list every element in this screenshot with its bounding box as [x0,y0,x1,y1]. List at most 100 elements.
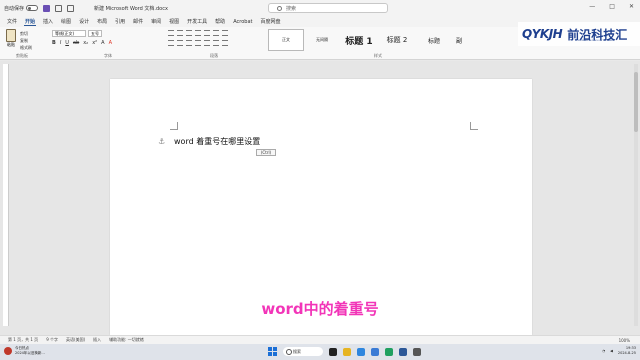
paragraph-group-label: 段落 [210,53,218,58]
tab-review[interactable]: 审阅 [150,18,162,25]
style-subtitle[interactable]: 副 [452,29,466,51]
subscript-button[interactable]: x₂ [83,40,88,46]
show-marks-icon[interactable] [222,30,228,36]
tab-baidu-netdisk[interactable]: 百度网盘 [259,18,281,25]
search-input[interactable]: 搜索 [268,3,388,13]
paste-button[interactable]: 粘贴 [4,29,18,47]
tab-help[interactable]: 帮助 [214,18,226,25]
tab-developer[interactable]: 开发工具 [186,18,208,25]
tab-insert[interactable]: 插入 [42,18,54,25]
borders-icon[interactable] [222,40,228,46]
superscript-button[interactable]: x² [92,40,97,46]
style-title[interactable]: 标题 [416,29,452,51]
word-app-icon[interactable] [399,347,407,356]
format-painter-button[interactable]: 格式刷 [20,44,32,51]
bullets-icon[interactable] [168,30,174,36]
file-explorer-icon[interactable] [343,347,351,356]
document-page[interactable]: ⚓ word 着重号在哪里设置 (Ctrl) [110,79,532,335]
shading-icon[interactable] [213,40,219,46]
redo-icon[interactable] [67,4,75,12]
font-name-select[interactable]: 等线(正文) [52,30,86,37]
undo-icon[interactable] [55,4,63,12]
style-no-spacing[interactable]: 无间隔 [304,29,340,51]
media-app-icon[interactable] [413,347,421,356]
task-view-icon[interactable] [329,347,337,356]
caption-text: word中的着重号 [260,299,380,320]
clipboard-group-label: 剪贴板 [16,53,28,58]
wifi-icon[interactable]: ◔ [602,349,605,353]
tab-design[interactable]: 设计 [78,18,90,25]
multilevel-list-icon[interactable] [186,30,192,36]
volume-icon[interactable]: ◀ [610,349,613,353]
accessibility-status[interactable]: 辅助功能: 一切就绪 [109,337,144,343]
autosave-toggle[interactable]: 自动保存 [4,5,39,12]
news-icon [4,347,12,355]
taskbar-search[interactable]: 搜索 [283,347,323,356]
increase-indent-icon[interactable] [204,30,210,36]
system-tray: ◔ ◀ 19:33 2024-8-25 [602,346,636,356]
tab-view[interactable]: 视图 [168,18,180,25]
line-spacing-icon[interactable] [204,40,210,46]
search-placeholder: 搜索 [286,5,297,12]
justify-icon[interactable] [195,40,201,46]
tab-home[interactable]: 开始 [24,18,37,26]
strikethrough-button[interactable]: ab [73,40,79,46]
windows-start-icon[interactable] [268,347,277,356]
text-effects-button[interactable]: A [101,40,104,46]
logo-mark: QYKJH [522,27,563,41]
copy-button[interactable]: 复制 [20,37,32,44]
numbering-icon[interactable] [177,30,183,36]
font-size-select[interactable]: 五号 [88,30,102,37]
margin-corner-top-right [470,122,478,130]
bold-button[interactable]: B [52,40,56,46]
style-normal[interactable]: 正文 [268,29,304,51]
tab-mailings[interactable]: 邮件 [132,18,144,25]
insert-mode[interactable]: 插入 [93,337,101,343]
clock[interactable]: 19:33 2024-8-25 [618,346,636,356]
zoom-level[interactable]: 100% [619,338,630,343]
wechat-icon[interactable] [385,347,393,356]
decrease-indent-icon[interactable] [195,30,201,36]
sort-icon[interactable] [213,30,219,36]
vertical-ruler [3,64,9,326]
maximize-button[interactable]: □ [609,3,615,10]
clock-date: 2024-8-25 [617,351,636,355]
status-bar: 第 1 页，共 1 页 9 个字 英语(美国) 插入 辅助功能: 一切就绪 10… [0,335,640,344]
styles-group-label: 样式 [374,53,382,58]
vertical-scrollbar[interactable] [634,64,638,326]
language-indicator[interactable]: 英语(美国) [66,337,85,343]
document-body-text[interactable]: word 着重号在哪里设置 [174,136,260,147]
format-buttons: B I U ab x₂ x² A A [52,40,112,46]
toggle-switch-icon[interactable] [26,5,39,11]
tab-file[interactable]: 文件 [6,18,18,25]
page-count[interactable]: 第 1 页，共 1 页 [8,337,38,343]
cut-button[interactable]: 剪切 [20,30,32,37]
store-icon[interactable] [371,347,379,356]
close-button[interactable]: ✕ [629,3,634,10]
paste-options-button[interactable]: (Ctrl) [256,149,276,156]
margin-corner-top-left [170,122,178,130]
underline-button[interactable]: U [65,40,69,46]
tab-acrobat[interactable]: Acrobat [232,19,253,25]
news-widget[interactable]: 今日热点 2024年以旧换新... [4,346,45,356]
tab-layout[interactable]: 布局 [96,18,108,25]
taskbar-center: 搜索 [268,347,421,356]
word-count[interactable]: 9 个字 [46,337,58,343]
align-center-icon[interactable] [177,40,183,46]
align-right-icon[interactable] [186,40,192,46]
minimize-button[interactable]: — [589,3,595,10]
italic-button[interactable]: I [60,40,61,46]
paste-label: 粘贴 [7,42,15,47]
video-caption: word中的着重号 [0,298,640,320]
tab-references[interactable]: 引用 [114,18,126,25]
clipboard-actions: 剪切 复制 格式刷 [20,30,32,51]
scrollbar-thumb[interactable] [634,72,638,132]
font-group-label: 字体 [104,53,112,58]
edge-browser-icon[interactable] [357,347,365,356]
save-icon[interactable] [43,4,51,12]
tab-draw[interactable]: 绘图 [60,18,72,25]
font-color-button[interactable]: A [109,40,112,46]
style-heading-1[interactable]: 标题 1 [340,29,378,51]
style-heading-2[interactable]: 标题 2 [378,29,416,51]
align-left-icon[interactable] [168,40,174,46]
